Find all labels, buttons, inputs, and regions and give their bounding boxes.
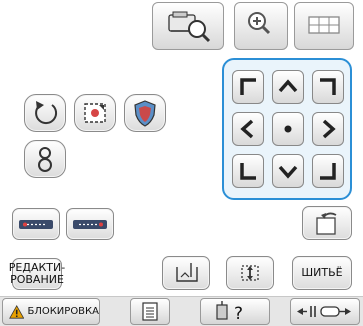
return-arrow-icon: [316, 212, 337, 235]
dashed-line-left-icon: [19, 220, 53, 229]
help-button[interactable]: ?: [200, 298, 270, 325]
move-down-left-button[interactable]: [232, 154, 264, 188]
rotate-button[interactable]: [24, 94, 66, 132]
edit-button[interactable]: РЕДАКТИ- РОВАНИЕ: [9, 258, 65, 290]
shield-button[interactable]: [124, 94, 166, 132]
chevron-right-icon: [322, 119, 336, 139]
document-list-icon: [142, 302, 158, 321]
shield-icon: [134, 100, 156, 127]
move-right-button[interactable]: [312, 112, 344, 146]
chevron-up-icon: [278, 79, 298, 93]
sew-button[interactable]: ШИТЬЁ: [292, 256, 352, 290]
embroidery-preview-button[interactable]: [152, 2, 224, 50]
magnifier-plus-icon: [248, 12, 271, 35]
figure-eight-icon: [38, 147, 52, 172]
needle-frame-icon: [176, 263, 198, 282]
move-up-left-button[interactable]: [232, 70, 264, 104]
grid-icon: [308, 16, 340, 34]
machine-magnifier-icon: [168, 11, 211, 43]
warning-icon: [9, 304, 25, 319]
corner-up-right-icon: [320, 78, 336, 95]
layout-button[interactable]: [226, 256, 274, 290]
trial-button[interactable]: [162, 256, 210, 290]
zoom-button[interactable]: [234, 2, 288, 50]
stitch-right-button[interactable]: [66, 208, 114, 240]
corner-up-left-icon: [240, 78, 256, 95]
embroidery-edit-screen: РЕДАКТИ- РОВАНИЕ ШИТЬЁ БЛОКИРОВКА ?: [0, 0, 363, 326]
move-down-button[interactable]: [272, 154, 304, 188]
move-center-button[interactable]: [272, 112, 304, 146]
dashed-line-right-icon: [73, 220, 107, 229]
lock-label: БЛОКИРОВКА: [27, 306, 99, 317]
edit-label-line2: РОВАНИЕ: [10, 273, 64, 286]
svg-text:?: ?: [234, 304, 243, 324]
chevron-left-icon: [240, 119, 254, 139]
move-down-right-button[interactable]: [312, 154, 344, 188]
frame-button[interactable]: [74, 94, 116, 132]
back-button[interactable]: [302, 206, 352, 240]
move-up-right-button[interactable]: [312, 70, 344, 104]
chevron-down-icon: [278, 165, 298, 179]
stitch-left-button[interactable]: [12, 208, 60, 240]
sew-label: ШИТЬЁ: [301, 266, 343, 279]
move-up-button[interactable]: [272, 70, 304, 104]
hoop-frame-icon: [84, 103, 106, 123]
corner-down-left-icon: [240, 163, 256, 180]
center-dot-icon: [284, 125, 292, 133]
machine-help-icon: ?: [216, 301, 243, 324]
frame-arrows-icon: [241, 265, 259, 281]
thread-density-button[interactable]: [24, 140, 66, 178]
rotate-icon: [35, 101, 58, 125]
grid-button[interactable]: [294, 2, 354, 50]
lock-button[interactable]: БЛОКИРОВКА: [2, 298, 100, 325]
move-left-button[interactable]: [232, 112, 264, 146]
needle-thread-button[interactable]: [290, 298, 360, 325]
thread-arrows-icon: [297, 306, 351, 317]
corner-down-right-icon: [320, 163, 336, 180]
document-button[interactable]: [130, 298, 170, 325]
